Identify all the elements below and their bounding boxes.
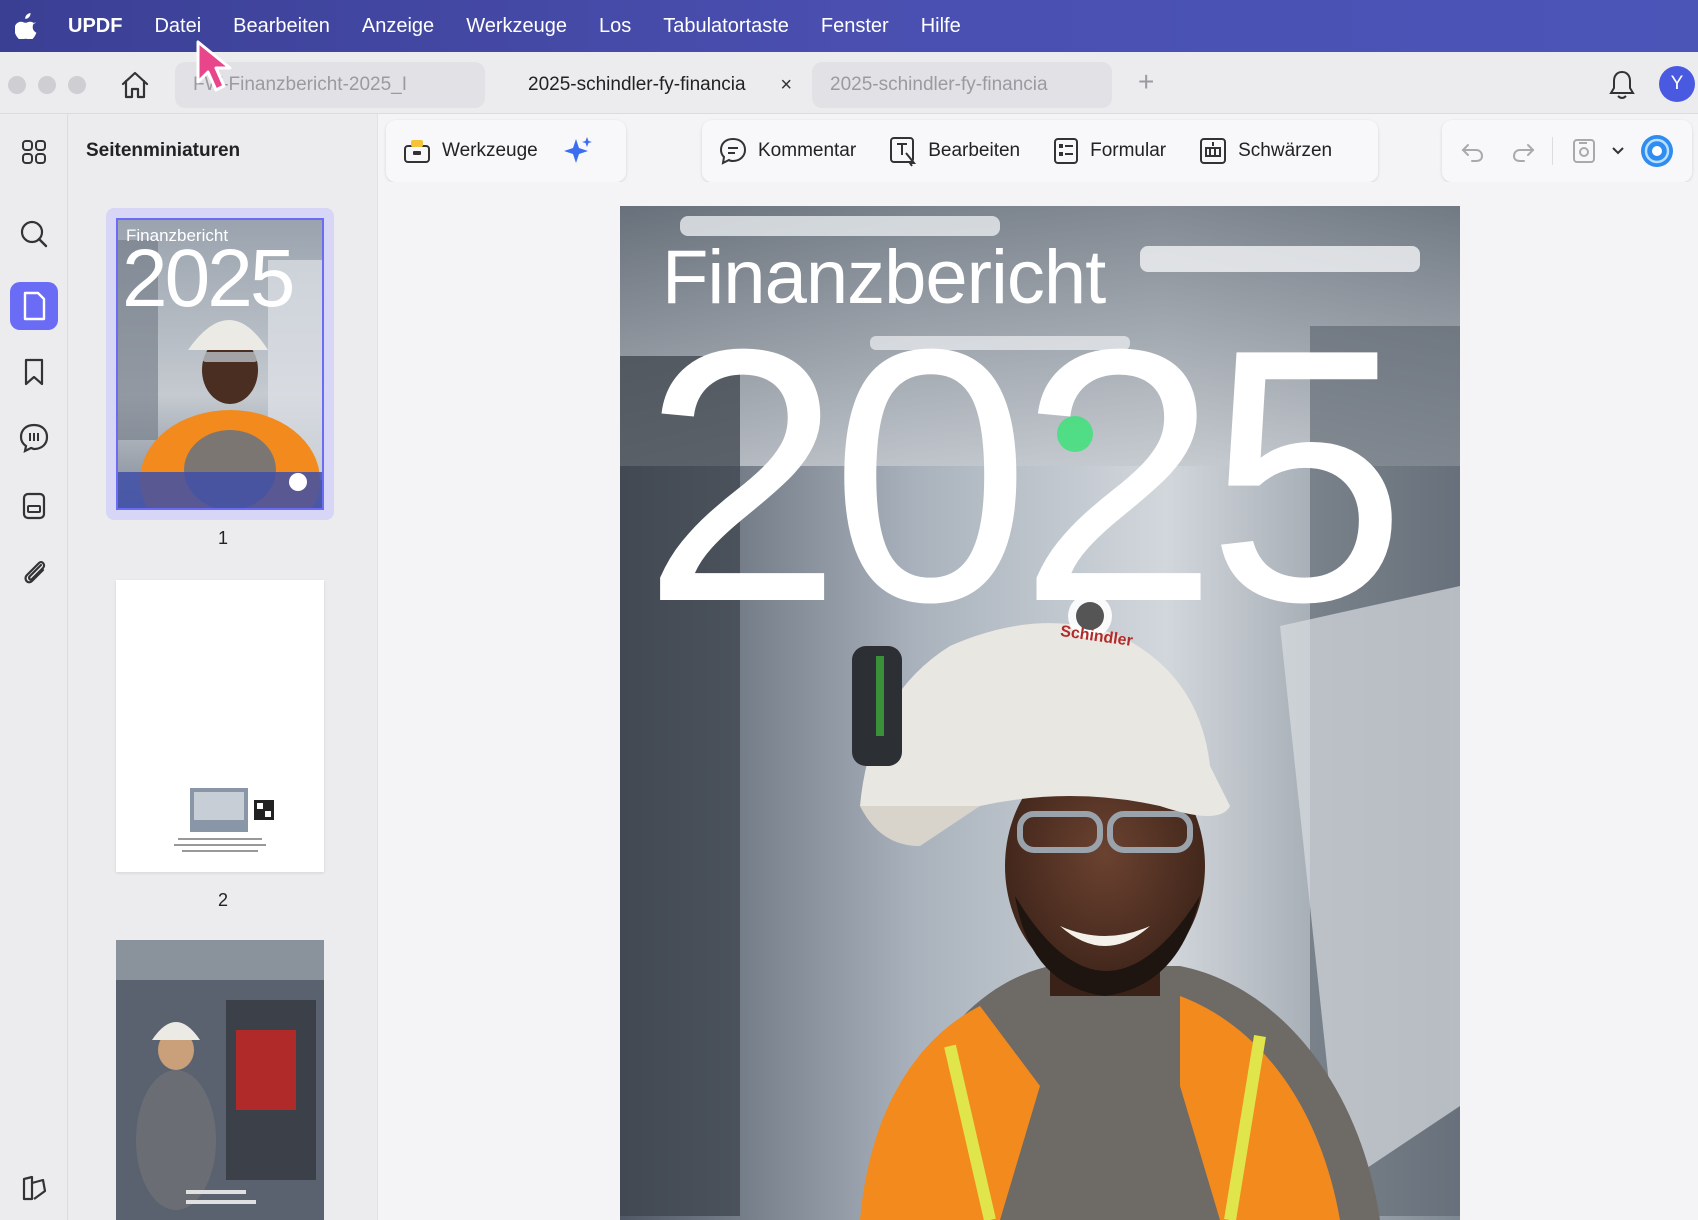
form-label: Formular	[1090, 140, 1167, 161]
save-icon	[1573, 139, 1595, 163]
page-thumbnail-2[interactable]	[116, 580, 324, 872]
menu-werkzeuge[interactable]: Werkzeuge	[466, 15, 567, 38]
thumbnail-2-number: 2	[217, 890, 228, 910]
menu-hilfe[interactable]: Hilfe	[921, 15, 961, 38]
page-thumbnail-1[interactable]: Finanzbericht 2025	[116, 218, 324, 510]
menu-anzeige[interactable]: Anzeige	[362, 15, 434, 38]
zoom-window-button[interactable]	[68, 76, 86, 94]
page-thumbnails-icon[interactable]	[10, 282, 58, 330]
page-thumbnail-3[interactable]	[116, 940, 324, 1220]
close-window-button[interactable]	[8, 76, 26, 94]
thumbnail-3-photo	[116, 940, 324, 1220]
paperclip-icon[interactable]	[12, 550, 56, 594]
thumbnail-1-number: 1	[217, 528, 228, 548]
comment-icon	[719, 137, 747, 165]
thumbnail-panel: Seitenminiaturen Finanzbericht 2025 1 2	[68, 114, 378, 1220]
cover-year: 2025	[642, 275, 1407, 677]
thumbnail-2-content	[174, 788, 274, 852]
minimize-window-button[interactable]	[38, 76, 56, 94]
undo-icon	[1461, 144, 1484, 162]
chevron-down-icon	[1612, 147, 1624, 155]
menu-tabulatortaste[interactable]: Tabulatortaste	[663, 15, 789, 38]
edit-mode-button[interactable]: Bearbeiten	[872, 120, 1036, 182]
menu-app-name[interactable]: UPDF	[68, 15, 122, 38]
ai-assistant-button[interactable]	[1631, 120, 1683, 182]
thumbnail-1-year: 2025	[122, 233, 295, 324]
form-fields-icon[interactable]	[12, 484, 56, 528]
tools-button[interactable]: Werkzeuge	[386, 120, 554, 182]
tab-schindler-2[interactable]: 2025-schindler-fy-financia	[812, 62, 1112, 108]
toolbar-divider	[1552, 137, 1553, 165]
tools-label: Werkzeuge	[442, 140, 538, 161]
grid-apps-icon[interactable]	[12, 130, 56, 174]
redact-label: Schwärzen	[1238, 140, 1333, 161]
history-group	[1442, 120, 1692, 182]
redact-mode-button[interactable]: Schwärzen	[1182, 120, 1348, 182]
tab-label: 2025-schindler-fy-financia	[830, 74, 1048, 95]
redact-icon	[1200, 138, 1227, 164]
pdf-page-1[interactable]: Finanzbericht 2025 Schindler	[620, 206, 1460, 1220]
comment-mode-button[interactable]: Kommentar	[702, 120, 872, 182]
menu-bar: UPDF Datei Bearbeiten Anzeige Werkzeuge …	[0, 0, 1698, 52]
tools-group: Werkzeuge	[386, 120, 626, 182]
ai-assistant-icon	[1641, 135, 1673, 167]
avatar[interactable]: Y	[1659, 66, 1695, 102]
save-options-dropdown[interactable]	[1605, 120, 1631, 182]
ai-sparkle-button[interactable]	[554, 120, 602, 182]
form-icon	[1054, 138, 1079, 164]
panel-title: Seitenminiaturen	[86, 140, 241, 161]
left-icon-rail	[0, 114, 68, 1220]
bell-icon[interactable]	[1606, 68, 1638, 102]
edit-label: Bearbeiten	[928, 140, 1021, 161]
comment-label: Kommentar	[758, 140, 857, 161]
close-tab-icon[interactable]: ×	[780, 74, 792, 97]
updf-window: UPDF Datei Bearbeiten Anzeige Werkzeuge …	[0, 0, 1698, 1220]
sidebar-toggle-icon[interactable]	[12, 1166, 56, 1210]
form-mode-button[interactable]: Formular	[1036, 120, 1182, 182]
apple-icon[interactable]	[0, 0, 52, 52]
undo-button[interactable]	[1442, 120, 1498, 182]
search-icon[interactable]	[12, 212, 56, 256]
menu-fenster[interactable]: Fenster	[821, 15, 889, 38]
redo-button[interactable]	[1498, 120, 1548, 182]
menu-datei[interactable]: Datei	[154, 15, 201, 38]
mouse-cursor-icon	[196, 40, 236, 99]
menu-bearbeiten[interactable]: Bearbeiten	[233, 15, 330, 38]
toolbox-icon	[404, 140, 430, 163]
bookmark-icon[interactable]	[12, 350, 56, 394]
tab-schindler-active[interactable]: 2025-schindler-fy-financia ×	[510, 62, 810, 108]
menu-los[interactable]: Los	[599, 15, 631, 38]
title-bar: FW-Finanzbericht-2025_I 2025-schindler-f…	[0, 52, 1698, 114]
redo-icon	[1512, 144, 1535, 162]
new-tab-button[interactable]: +	[1138, 66, 1154, 98]
save-button[interactable]	[1557, 120, 1605, 182]
edit-text-icon	[890, 137, 917, 167]
home-icon[interactable]	[118, 68, 152, 102]
edit-modes-group: Kommentar Bearbeiten Formular Schwärzen	[702, 120, 1378, 182]
sparkle-icon	[563, 137, 592, 163]
tab-label: 2025-schindler-fy-financia	[528, 74, 746, 95]
comments-icon[interactable]	[12, 416, 56, 460]
